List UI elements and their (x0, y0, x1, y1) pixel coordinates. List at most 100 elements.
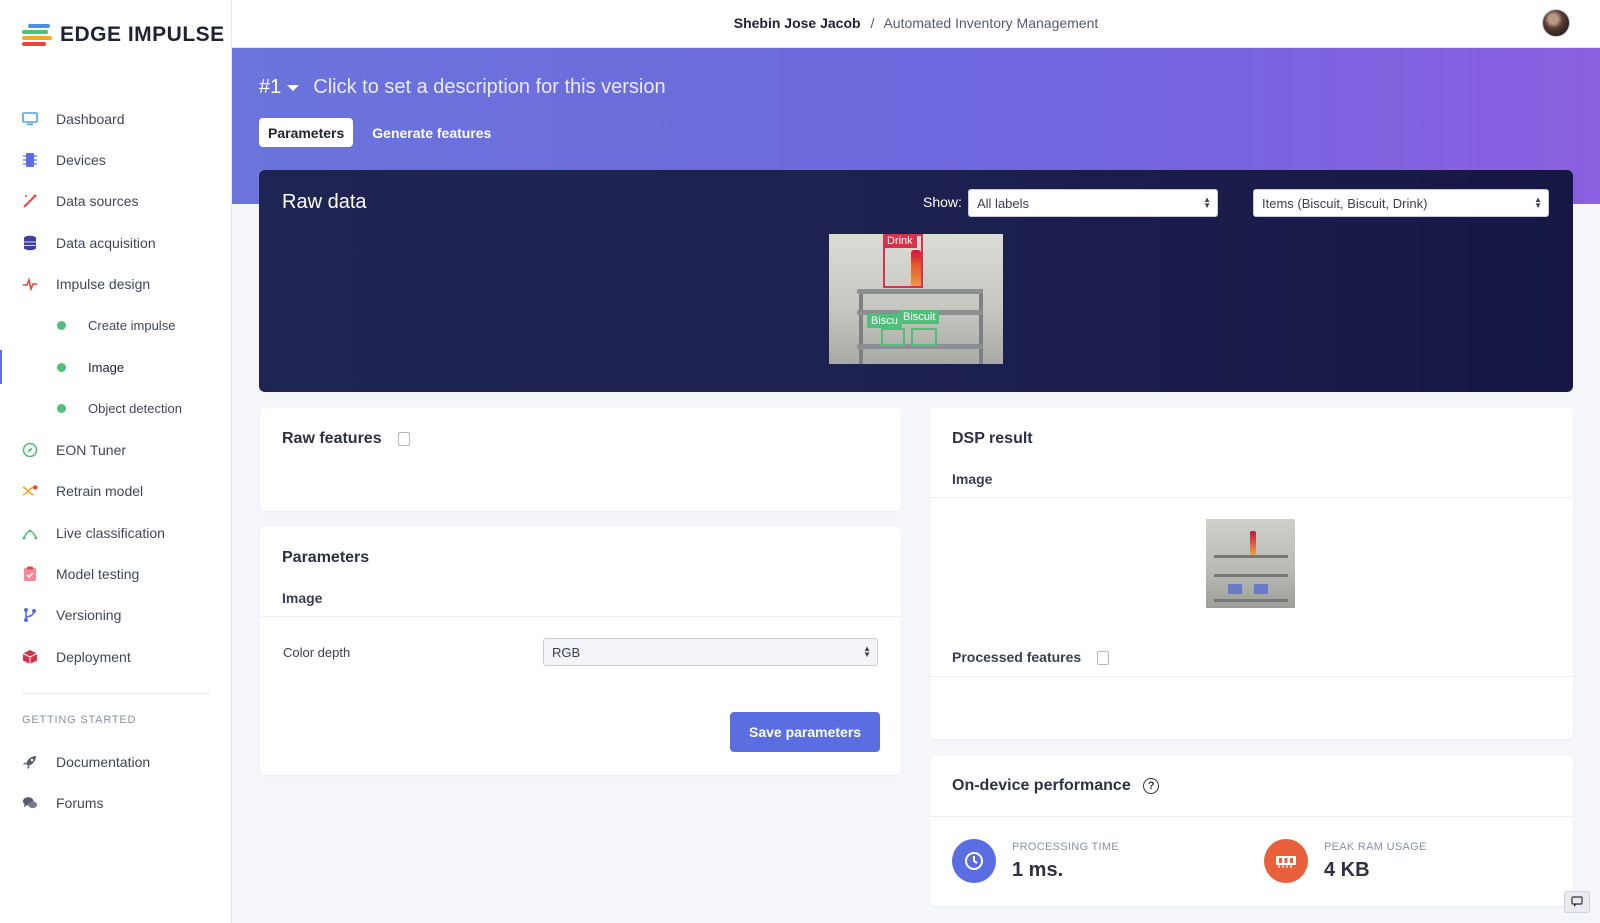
status-dot-icon (57, 403, 66, 413)
sidebar-item-data-sources[interactable]: Data sources (0, 181, 231, 222)
getting-started-heading: GETTING STARTED (22, 714, 137, 726)
clock-icon (952, 839, 996, 883)
label-filter-value: All labels (977, 195, 1030, 211)
raw-data-panel: Raw data Show: All labels ▲ ▼ Items (Bisc… (259, 170, 1573, 392)
logo-mark-icon (22, 22, 54, 48)
sidebar-item-live-classification[interactable]: Live classification (0, 512, 231, 553)
sample-select-value: Items (Biscuit, Biscuit, Drink) (1262, 195, 1428, 211)
version-number: #1 (259, 76, 282, 98)
color-depth-value: RGB (552, 644, 581, 660)
status-dot-icon (57, 362, 66, 372)
bounding-box-biscuit[interactable]: Biscuit (899, 310, 940, 346)
breadcrumb-owner[interactable]: Shebin Jose Jacob (734, 15, 861, 31)
processed-features-title: Processed features (952, 649, 1110, 670)
breadcrumb-project[interactable]: Automated Inventory Management (883, 15, 1098, 31)
sidebar-item-label: Dashboard (56, 110, 125, 127)
avatar[interactable] (1542, 9, 1570, 37)
box-icon (22, 649, 38, 665)
bounding-box-biscuit[interactable]: Biscu (867, 314, 905, 346)
label-filter-select[interactable]: All labels ▲ ▼ (968, 189, 1218, 217)
sidebar-divider (22, 693, 210, 694)
sidebar-item-object-detection[interactable]: Object detection (0, 388, 231, 429)
wand-icon (22, 193, 38, 209)
dsp-result-title: DSP result (952, 430, 1033, 447)
color-depth-label: Color depth (283, 645, 351, 660)
sidebar-item-model-testing[interactable]: Model testing (0, 553, 231, 594)
raw-features-card: Raw features (260, 408, 901, 511)
sample-image: Drink Biscu Biscuit (829, 234, 1003, 364)
sidebar-item-create-impulse[interactable]: Create impulse (0, 305, 231, 346)
version-description[interactable]: Click to set a description for this vers… (313, 76, 665, 99)
logo-text: EDGE IMPULSE (60, 23, 225, 46)
sidebar-item-documentation[interactable]: Documentation (0, 741, 231, 782)
version-selector[interactable]: #1 Click to set a description for this v… (259, 76, 666, 99)
feedback-chat-icon[interactable] (1564, 891, 1590, 913)
sidebar-item-label: Deployment (56, 648, 131, 665)
processing-time-label: PROCESSING TIME (1012, 841, 1119, 853)
sidebar-item-label: Create impulse (88, 318, 176, 334)
signal-icon (22, 525, 38, 541)
tab-bar: Parameters Generate features (259, 118, 510, 147)
database-icon (22, 235, 38, 251)
caret-down-icon (287, 84, 300, 91)
show-label: Show: (923, 194, 962, 210)
sidebar-item-eon-tuner[interactable]: EON Tuner (0, 429, 231, 470)
compass-icon (22, 442, 38, 458)
bounding-box-label: Drink (883, 234, 917, 248)
rocket-icon (22, 754, 38, 770)
tab-generate-features[interactable]: Generate features (363, 118, 500, 147)
clipboard-icon (22, 566, 38, 582)
branch-icon (22, 607, 38, 623)
parameters-title: Parameters (282, 549, 370, 566)
breadcrumb: Shebin Jose Jacob / Automated Inventory … (232, 15, 1600, 31)
select-arrows-icon: ▲ ▼ (863, 644, 871, 659)
sidebar-item-versioning[interactable]: Versioning (0, 595, 231, 636)
monitor-icon (22, 111, 38, 127)
sidebar-item-label: Impulse design (56, 276, 151, 293)
sidebar-item-label: Retrain model (56, 483, 144, 500)
sidebar-item-label: Forums (56, 795, 104, 812)
getting-started-nav: Documentation Forums (0, 741, 231, 824)
pulse-icon (22, 276, 38, 292)
parameters-subhead: Image (282, 590, 323, 606)
chip-icon (22, 152, 38, 168)
sidebar-nav: Dashboard Devices Data sources Data acqu… (0, 98, 231, 677)
processing-time-value: 1 ms. (1012, 859, 1064, 881)
save-parameters-button[interactable]: Save parameters (730, 712, 881, 752)
performance-title: On-device performance ? (952, 777, 1160, 795)
memory-icon (1264, 839, 1308, 883)
color-depth-select[interactable]: RGB ▲ ▼ (543, 638, 878, 666)
sample-select[interactable]: Items (Biscuit, Biscuit, Drink) ▲ ▼ (1253, 189, 1549, 217)
sidebar-item-label: Object detection (88, 400, 182, 416)
chat-icon (22, 795, 38, 811)
sidebar-item-label: Versioning (56, 607, 122, 624)
sidebar-item-forums[interactable]: Forums (0, 782, 231, 823)
peak-ram-label: PEAK RAM USAGE (1324, 841, 1427, 853)
edge-impulse-logo[interactable]: EDGE IMPULSE (22, 22, 225, 48)
sidebar-item-deployment[interactable]: Deployment (0, 636, 231, 677)
tab-parameters[interactable]: Parameters (259, 118, 354, 147)
copy-icon[interactable] (395, 431, 411, 450)
performance-card: On-device performance ? PROCESSING TIME … (930, 756, 1573, 906)
top-bar: Shebin Jose Jacob / Automated Inventory … (232, 0, 1600, 48)
sidebar-item-devices[interactable]: Devices (0, 139, 231, 180)
bounding-box-label: Biscuit (899, 310, 940, 324)
sidebar-item-image[interactable]: Image (0, 346, 231, 387)
sidebar-item-retrain-model[interactable]: Retrain model (0, 471, 231, 512)
sidebar-item-dashboard[interactable]: Dashboard (0, 98, 231, 139)
select-arrows-icon: ▲ ▼ (1203, 195, 1211, 210)
sidebar-item-label: Data acquisition (56, 234, 156, 251)
sidebar-item-impulse-design[interactable]: Impulse design (0, 264, 231, 305)
help-icon[interactable]: ? (1143, 777, 1160, 794)
sidebar: EDGE IMPULSE Dashboard Devices Data sour… (0, 0, 232, 923)
sidebar-item-label: Devices (56, 152, 106, 169)
bounding-box-drink[interactable]: Drink (883, 234, 923, 288)
sidebar-item-label: Live classification (56, 524, 165, 541)
sidebar-item-label: Image (88, 359, 125, 375)
parameters-card: Parameters Image Color depth RGB ▲ ▼ Save… (260, 527, 901, 775)
bounding-box-label: Biscu (867, 314, 902, 328)
sidebar-item-label: Documentation (56, 753, 151, 770)
sidebar-item-data-acquisition[interactable]: Data acquisition (0, 222, 231, 263)
copy-icon[interactable] (1094, 651, 1110, 670)
peak-ram-value: 4 KB (1324, 859, 1370, 881)
